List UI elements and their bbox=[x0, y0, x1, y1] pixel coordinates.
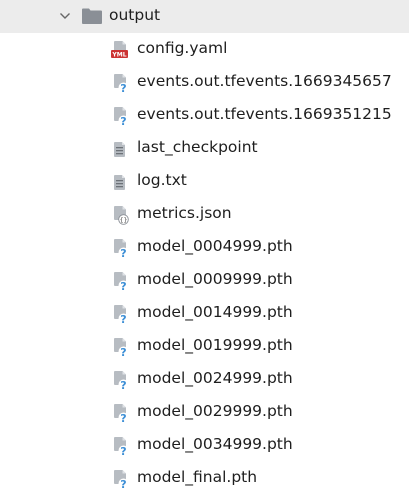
file-name-label: model_0004999.pth bbox=[137, 237, 293, 255]
file-name-label: model_0024999.pth bbox=[137, 369, 293, 387]
unknown-file-icon: ? bbox=[114, 437, 129, 456]
unknown-file-icon: ? bbox=[114, 338, 129, 357]
folder-icon bbox=[82, 8, 102, 24]
tree-file-item[interactable]: ? model_0024999.pth bbox=[0, 363, 409, 396]
svg-text:?: ? bbox=[120, 478, 126, 489]
file-name-label: last_checkpoint bbox=[137, 138, 258, 156]
tree-file-item[interactable]: ? model_final.pth bbox=[0, 462, 409, 495]
file-name-label: config.yaml bbox=[137, 39, 228, 57]
tree-file-item[interactable]: ? events.out.tfevents.1669351215 bbox=[0, 99, 409, 132]
file-name-label: metrics.json bbox=[137, 204, 232, 222]
unknown-file-icon: ? bbox=[114, 239, 129, 258]
svg-text:?: ? bbox=[120, 82, 126, 93]
file-name-label: model_0019999.pth bbox=[137, 336, 293, 354]
tree-file-item[interactable]: {} metrics.json bbox=[0, 198, 409, 231]
text-file-icon bbox=[114, 175, 125, 190]
svg-text:?: ? bbox=[120, 115, 126, 126]
unknown-file-icon: ? bbox=[114, 107, 129, 126]
tree-file-item[interactable]: ? model_0014999.pth bbox=[0, 297, 409, 330]
file-name-label: events.out.tfevents.1669345657 bbox=[137, 72, 392, 90]
file-name-label: model_final.pth bbox=[137, 468, 258, 486]
tree-file-item[interactable]: ? events.out.tfevents.1669345657 bbox=[0, 66, 409, 99]
tree-file-item[interactable]: last_checkpoint bbox=[0, 132, 409, 165]
tree-file-item[interactable]: log.txt bbox=[0, 165, 409, 198]
file-name-label: model_0029999.pth bbox=[137, 402, 293, 420]
tree-file-item[interactable]: YML config.yaml bbox=[0, 33, 409, 66]
svg-text:?: ? bbox=[120, 412, 126, 423]
svg-text:?: ? bbox=[120, 313, 126, 324]
tree-file-item[interactable]: ? model_0029999.pth bbox=[0, 396, 409, 429]
chevron-down-icon[interactable] bbox=[59, 10, 71, 22]
yaml-file-icon: YML bbox=[111, 41, 128, 59]
svg-text:?: ? bbox=[120, 379, 126, 390]
json-file-icon: {} bbox=[114, 206, 129, 225]
unknown-file-icon: ? bbox=[114, 470, 129, 489]
tree-file-item[interactable]: ? model_0004999.pth bbox=[0, 231, 409, 264]
file-name-label: model_0009999.pth bbox=[137, 270, 293, 288]
svg-text:?: ? bbox=[120, 445, 126, 456]
svg-text:?: ? bbox=[120, 280, 126, 291]
tree-file-item[interactable]: ? model_0019999.pth bbox=[0, 330, 409, 363]
file-name-label: log.txt bbox=[137, 171, 187, 189]
unknown-file-icon: ? bbox=[114, 305, 129, 324]
file-name-label: model_0014999.pth bbox=[137, 303, 293, 321]
tree-file-item[interactable]: ? model_0034999.pth bbox=[0, 429, 409, 462]
project-file-tree: output YML config.yaml? events.out.tfevent… bbox=[0, 0, 409, 489]
tree-folder-output[interactable]: output bbox=[0, 0, 409, 33]
unknown-file-icon: ? bbox=[114, 74, 129, 93]
file-name-label: model_0034999.pth bbox=[137, 435, 293, 453]
file-name-label: events.out.tfevents.1669351215 bbox=[137, 105, 392, 123]
svg-text:?: ? bbox=[120, 346, 126, 357]
folder-label: output bbox=[109, 6, 161, 24]
svg-text:?: ? bbox=[120, 247, 126, 258]
svg-text:{}: {} bbox=[120, 216, 128, 224]
text-file-icon bbox=[114, 142, 125, 157]
svg-text:YML: YML bbox=[111, 52, 126, 59]
unknown-file-icon: ? bbox=[114, 404, 129, 423]
unknown-file-icon: ? bbox=[114, 371, 129, 390]
tree-file-item[interactable]: ? model_0009999.pth bbox=[0, 264, 409, 297]
unknown-file-icon: ? bbox=[114, 272, 129, 291]
